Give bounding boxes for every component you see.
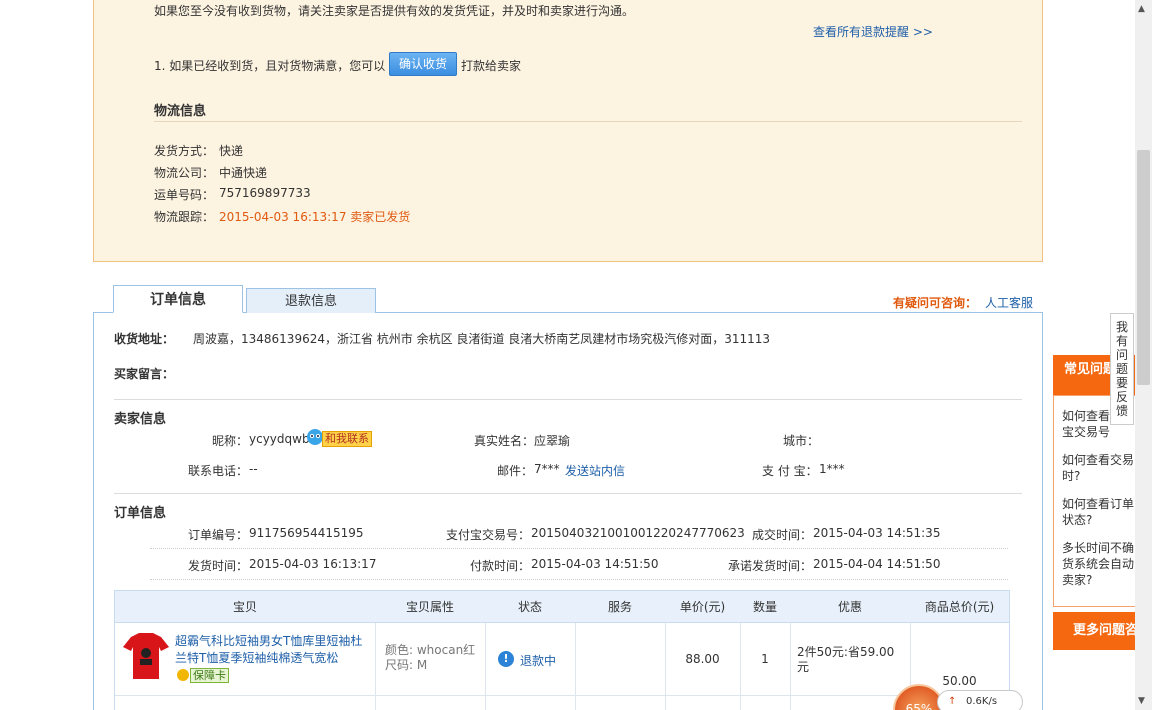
section-divider (114, 493, 1022, 494)
col-divider (575, 623, 576, 710)
faq-item-auto-confirm[interactable]: 多长时间不确货系统会自动卖家? (1062, 540, 1142, 588)
tab-order-info[interactable]: 订单信息 (113, 285, 243, 313)
faq-panel: 如何查看支付宝交易号 如何查看交易时? 如何查看订单状态? 多长时间不确货系统会… (1053, 395, 1138, 607)
col-attrs: 宝贝属性 (405, 600, 454, 614)
ship-method-label: 发货方式： (154, 144, 215, 158)
alipay-no-value: 2015040321001001220247770623 (531, 526, 745, 540)
all-refunds-link[interactable]: 查看所有退款提醒 >> (813, 23, 933, 40)
scroll-up-icon[interactable]: ▲ (1138, 4, 1145, 14)
col-total: 商品总价(元) (924, 600, 995, 614)
nick-label: 昵称： (212, 434, 249, 448)
ship-time-value: 2015-04-03 16:13:17 (249, 557, 377, 571)
product-attrs: 颜色: whocan红 尺码: M (385, 643, 476, 672)
logistics-title: 物流信息 (154, 104, 207, 119)
pay-time-value: 2015-04-03 14:51:50 (531, 557, 659, 571)
discount-text: 2件50元:省59.00元 (797, 645, 895, 674)
logistics-divider (154, 121, 1022, 122)
order-no-value: 911756954415195 (249, 526, 364, 540)
items-table: 宝贝 宝贝属性 状态 服务 单价(元) 数量 优惠 商品总价(元) 超霸气科比短… (114, 590, 1010, 710)
guarantee-icon (177, 669, 189, 681)
col-divider (740, 623, 741, 710)
promise-time-value: 2015-04-04 14:51:50 (813, 557, 941, 571)
product-thumbnail[interactable] (123, 631, 169, 681)
quantity: 1 (761, 652, 769, 666)
alipay-value: 1*** (819, 462, 845, 476)
col-divider (485, 623, 486, 710)
pay-time-label: 付款时间： (470, 559, 531, 573)
alipay-label: 支 付 宝： (762, 464, 818, 478)
promise-time-label: 承诺发货时间： (728, 559, 813, 573)
row-divider (150, 548, 1008, 549)
mail-label: 邮件： (497, 464, 534, 478)
tab-refund-info[interactable]: 退款信息 (246, 288, 376, 313)
scrollbar-thumb[interactable] (1137, 150, 1150, 385)
message-label: 买家留言： (114, 367, 175, 381)
seller-title: 卖家信息 (114, 412, 167, 427)
upload-arrow-icon: ↑ (948, 696, 957, 707)
ship-method-value: 快递 (219, 144, 244, 158)
scroll-down-icon[interactable]: ▼ (1138, 696, 1145, 706)
more-questions-button[interactable]: 更多问题咨 (1053, 612, 1138, 650)
ship-time-label: 发货时间： (188, 559, 249, 573)
col-divider (665, 623, 666, 710)
info-icon: ! (498, 651, 514, 667)
help-question: 有疑问可咨询： (893, 296, 978, 310)
phone-value: -- (249, 462, 258, 476)
col-divider (790, 623, 791, 710)
feedback-button[interactable]: 我有问题要反馈 (1110, 313, 1134, 425)
deal-time-label: 成交时间： (752, 528, 813, 542)
company-label: 物流公司： (154, 166, 215, 180)
waybill-label: 运单号码： (154, 188, 215, 202)
row-divider (115, 695, 1009, 696)
table-header: 宝贝 宝贝属性 状态 服务 单价(元) 数量 优惠 商品总价(元) (115, 591, 1009, 623)
faq-item-order-status[interactable]: 如何查看订单状态? (1062, 496, 1142, 528)
realname-label: 真实姓名： (474, 434, 535, 448)
company-value: 中通快递 (219, 166, 268, 180)
order-title: 订单信息 (114, 506, 167, 521)
waybill-value: 757169897733 (219, 186, 311, 200)
city-label: 城市： (783, 434, 820, 448)
address-value: 周波嘉，13486139624，浙江省 杭州市 余杭区 良渚街道 良渚大桥南艺凤… (193, 332, 771, 346)
tracking-value: 2015-04-03 16:13:17 卖家已发货 (219, 210, 411, 224)
nick-value: ycyydqwbl (249, 432, 313, 446)
col-divider (375, 623, 376, 710)
unit-price: 88.00 (685, 652, 720, 666)
notice-text: 如果您至今没有收到货物，请关注卖家是否提供有效的发货凭证，并及时和卖家进行沟通。 (154, 4, 635, 18)
order-no-label: 订单编号： (188, 528, 249, 542)
mail-value: 7*** (534, 462, 560, 476)
col-service: 服务 (607, 600, 632, 614)
col-price: 单价(元) (679, 600, 726, 614)
col-qty: 数量 (752, 600, 777, 614)
section-divider (114, 399, 1022, 400)
speed-value: 0.6K/s (966, 696, 998, 707)
col-discount: 优惠 (837, 600, 862, 614)
guarantee-card-badge[interactable]: 保障卡 (190, 668, 229, 683)
send-message-link[interactable]: 发送站内信 (565, 462, 625, 479)
refund-status-link[interactable]: 退款中 (520, 652, 556, 669)
col-status: 状态 (517, 600, 542, 614)
contact-me-badge[interactable]: 和我联系 (322, 431, 372, 447)
faq-item-trade-time[interactable]: 如何查看交易时? (1062, 452, 1142, 484)
row-divider (150, 579, 1008, 580)
tracking-label: 物流跟踪： (154, 210, 215, 224)
network-speed-widget: ↑ 0.6K/s (937, 690, 1023, 710)
confirm-receipt-button[interactable]: 确认收货 (389, 52, 457, 76)
phone-label: 联系电话： (188, 464, 249, 478)
confirm-step-text: 1. 如果已经收到货，且对货物满意，您可以 (154, 59, 386, 73)
col-item: 宝贝 (232, 600, 257, 614)
product-title-link[interactable]: 超霸气科比短袖男女T恤库里短袖杜兰特T恤夏季短袖纯棉透气宽松 (175, 633, 367, 667)
confirm-step-suffix: 打款给卖家 (461, 59, 522, 73)
alipay-no-label: 支付宝交易号： (446, 528, 531, 542)
deal-time-value: 2015-04-03 14:51:35 (813, 526, 941, 540)
customer-service-link[interactable]: 人工客服 (985, 294, 1033, 311)
address-label: 收货地址： (114, 332, 175, 346)
realname-value: 应翠瑜 (534, 434, 571, 448)
